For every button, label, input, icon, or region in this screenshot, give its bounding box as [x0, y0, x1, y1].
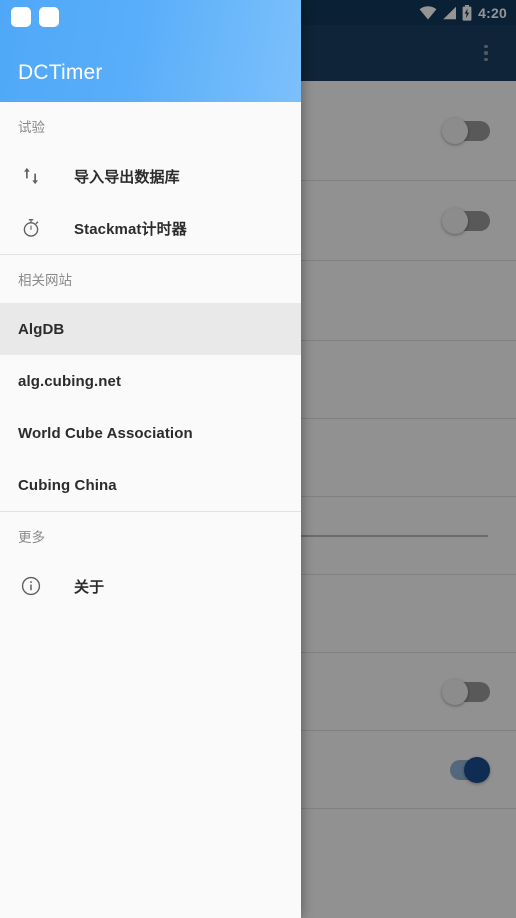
toggle-switch[interactable]	[442, 117, 490, 144]
app-logo-icon	[11, 7, 59, 27]
navigation-drawer: DCTimer 试验 导入导出数据库 Stackmat计时器 相关网站 AlgD…	[0, 0, 301, 918]
drawer-item-alg-cubing-net[interactable]: alg.cubing.net	[0, 355, 301, 407]
toggle-switch-on[interactable]	[442, 756, 490, 783]
drawer-item-label: World Cube Association	[18, 424, 193, 442]
toggle-switch[interactable]	[442, 207, 490, 234]
status-bar-clock: 4:20	[478, 4, 507, 21]
status-bar-icons	[419, 4, 472, 21]
drawer-item-stackmat-timer[interactable]: Stackmat计时器	[0, 202, 301, 254]
drawer-item-label: Cubing China	[18, 476, 117, 494]
drawer-section-label-experimental: 试验	[18, 120, 45, 135]
drawer-item-world-cube-association[interactable]: World Cube Association	[0, 407, 301, 459]
drawer-item-about[interactable]: 关于	[0, 560, 301, 612]
drawer-header: DCTimer	[0, 0, 301, 102]
info-icon	[18, 573, 44, 599]
overflow-menu-icon[interactable]	[475, 40, 497, 66]
drawer-section-label-more: 更多	[18, 530, 45, 545]
import-export-icon	[18, 163, 44, 189]
drawer-section-label-websites: 相关网站	[18, 273, 72, 288]
wifi-icon	[419, 5, 437, 20]
drawer-item-label: alg.cubing.net	[18, 372, 122, 390]
drawer-item-label: 关于	[74, 578, 105, 596]
toggle-switch[interactable]	[442, 678, 490, 705]
drawer-item-label: Stackmat计时器	[74, 220, 187, 238]
drawer-item-label: AlgDB	[18, 320, 65, 338]
drawer-item-import-export[interactable]: 导入导出数据库	[0, 150, 301, 202]
battery-charging-icon	[462, 4, 472, 21]
screen: 4:20 DCTimer 试验 导入导出数据库 Stackmat计时器 相关网站…	[0, 0, 516, 918]
drawer-item-algdb[interactable]: AlgDB	[0, 303, 301, 355]
stopwatch-icon	[18, 215, 44, 241]
cellular-signal-icon	[442, 6, 457, 20]
drawer-item-cubing-china[interactable]: Cubing China	[0, 459, 301, 511]
app-title: DCTimer	[18, 61, 103, 84]
drawer-item-label: 导入导出数据库	[74, 168, 180, 186]
